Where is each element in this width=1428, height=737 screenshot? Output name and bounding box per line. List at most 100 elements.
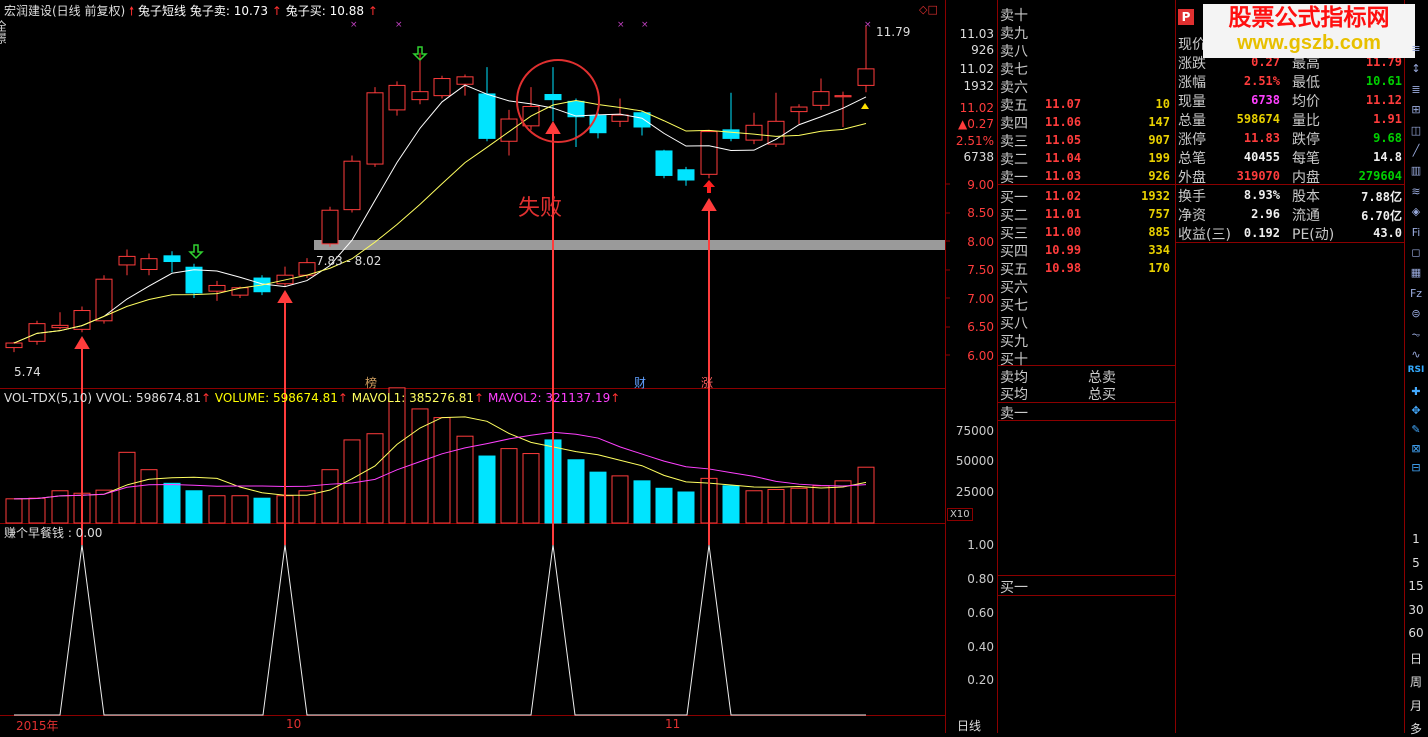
stat-label: 最低 [1292,75,1320,91]
level-name: 买一 [1000,190,1028,206]
volume-bar [722,485,740,524]
stat-value: 8.93% [1243,188,1280,202]
sell-level-row[interactable]: 卖二 11.04 199 [1000,149,1172,168]
toolbar-draw-icon[interactable]: ✚ [1406,383,1426,401]
level-name: 买三 [1000,226,1028,242]
price-axis-label: 6738 [963,150,994,164]
toolbar-tool-icon[interactable]: ≋ [1406,183,1426,201]
period-label[interactable]: 日线 [957,717,981,734]
period-button[interactable]: 日 [1406,650,1426,667]
level-price: 10.98 [1045,261,1082,275]
toolbar-tool-icon[interactable]: ╱ [1406,142,1426,160]
candle [655,149,673,179]
period-button[interactable]: 30 [1406,603,1426,617]
buy-level-row[interactable]: 买二 11.01 757 [1000,205,1172,224]
sell-arrow-icon: ↑ [271,4,282,18]
event-marker-zhang[interactable]: 涨 [701,374,713,391]
period-button[interactable]: 5 [1406,556,1426,570]
left-tab-strip[interactable]: 全景 [0,20,6,180]
event-marker-bang[interactable]: 榜 [365,374,377,391]
window-controls[interactable]: ◇□ [919,3,938,16]
up-arrow-icon [703,180,715,193]
toolbar-tool-icon[interactable]: Fi [1406,224,1426,242]
event-marker-cai[interactable]: 财 [634,374,646,391]
toolbar-tool-icon[interactable]: ◻ [1406,244,1426,262]
high-price-label: 11.79 [876,25,911,39]
buy-level-row[interactable]: 买七 [1000,295,1172,314]
rsi-tool-button[interactable]: RSI [1406,361,1426,379]
period-button[interactable]: 15 [1406,579,1426,593]
toolbar-draw-icon[interactable]: ✥ [1406,402,1426,420]
buy-level-row[interactable]: 买八 [1000,313,1172,332]
vol-axis-50000: 50000 [955,454,994,468]
stat-label: 量比 [1292,113,1320,129]
period-button[interactable]: 多 [1406,720,1426,737]
sell-level-row[interactable]: 卖七 [1000,59,1172,78]
sell-level-row[interactable]: 卖四 11.06 147 [1000,113,1172,132]
period-button[interactable]: 月 [1406,697,1426,714]
stat-row: 总量 598674 量比 1.91 [1178,110,1404,129]
level-price: 11.01 [1045,207,1082,221]
total-buy-label: 总买 [1088,387,1116,403]
ma5-line [13,84,867,344]
toolbar-tool-icon[interactable]: Fz [1406,285,1426,303]
level-name: 卖一 [1000,170,1028,186]
toolbar-tool-icon[interactable]: ▥ [1406,162,1426,180]
stat-value: 279604 [1358,169,1402,183]
sell-level-row[interactable]: 卖八 [1000,41,1172,60]
toolbar-tool-icon[interactable]: ◫ [1406,122,1426,140]
toolbar-tool-icon[interactable]: ⊞ [1406,101,1426,119]
level-price: 11.05 [1045,133,1082,147]
stat-label: 股本 [1292,189,1320,205]
buy-level-row[interactable]: 买一 11.02 1932 [1000,187,1172,206]
toolbar-tool-icon[interactable]: ◈ [1406,203,1426,221]
sell-level-row[interactable]: 卖十 [1000,5,1172,24]
toolbar-draw-icon[interactable]: ✎ [1406,421,1426,439]
stat-label: 每笔 [1292,151,1320,167]
toolbar-draw-icon[interactable]: ⊠ [1406,440,1426,458]
zone-price-label: 7.83 - 8.02 [316,254,382,268]
period-button[interactable]: 1 [1406,532,1426,546]
toolbar-tool-icon[interactable]: ⊜ [1406,305,1426,323]
stat-row: 涨幅 2.51% 最低 10.61 [1178,72,1404,91]
period-button[interactable]: 60 [1406,626,1426,640]
sell-level-row[interactable]: 卖六 [1000,77,1172,96]
buy-level-row[interactable]: 买五 10.98 170 [1000,259,1172,278]
volume-bar [522,453,540,524]
left-tab-label[interactable]: 全景 [0,20,6,44]
candle [677,166,695,186]
period-button[interactable]: 周 [1406,673,1426,690]
buy-level-row[interactable]: 买六 [1000,277,1172,296]
toolbar-tool-icon[interactable]: ↕ [1406,60,1426,78]
candle [208,280,226,301]
toolbar-tool-icon[interactable]: ⏦ [1406,326,1426,344]
candle [522,87,540,130]
level-name: 卖六 [1000,80,1028,96]
toolbar-tool-icon[interactable]: ▦ [1406,264,1426,282]
buy-level-row[interactable]: 买四 10.99 334 [1000,241,1172,260]
svg-text:×: × [641,20,649,30]
volume-bar [231,495,249,524]
level-name: 买二 [1000,208,1028,224]
buy-level-row[interactable]: 买十 [1000,349,1172,368]
level-name: 买六 [1000,280,1028,296]
level-name: 买五 [1000,262,1028,278]
signal-axis-02: 0.20 [967,673,994,687]
sell-level-row[interactable]: 卖九 [1000,23,1172,42]
level-name: 买九 [1000,334,1028,350]
sell-level-row[interactable]: 卖五 11.07 10 [1000,95,1172,114]
volume-bar [589,471,607,524]
indicator-name: 兔子短线 [138,4,187,18]
sell-level-row[interactable]: 卖三 11.05 907 [1000,131,1172,150]
candle [611,98,629,127]
sell-level-row[interactable]: 卖一 11.03 926 [1000,167,1172,186]
price-axis-label: 11.02 [959,62,994,76]
signal-axis-04: 0.40 [967,640,994,654]
vol-unit-badge: X10 [947,508,973,521]
toolbar-draw-icon[interactable]: ⊟ [1406,459,1426,477]
buy-level-row[interactable]: 买三 11.00 885 [1000,223,1172,242]
buy-level-row[interactable]: 买九 [1000,331,1172,350]
toolbar-tool-icon[interactable]: ≣ [1406,81,1426,99]
stat-value: 43.0 [1373,226,1402,240]
toolbar-tool-icon[interactable]: ≡ [1406,40,1426,58]
